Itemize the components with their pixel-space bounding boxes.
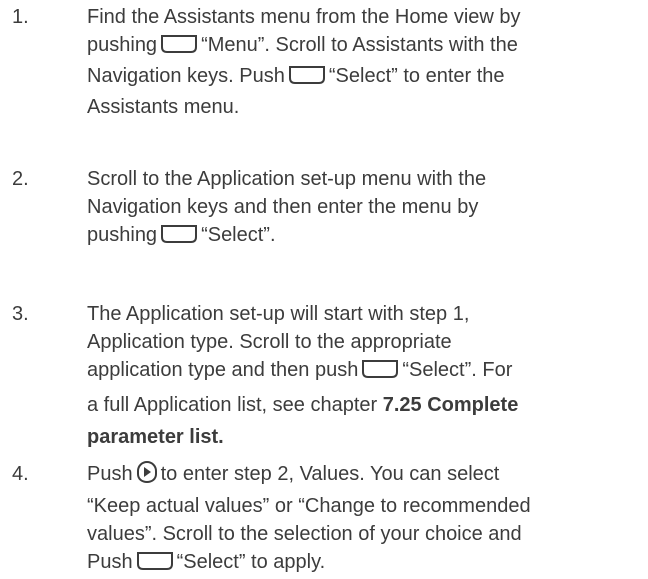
soft-key-icon: [160, 224, 198, 252]
text-line: The Application set-up will start with s…: [87, 303, 470, 325]
text-fragment: “Select” to enter the: [328, 65, 505, 87]
step-number: 3.: [12, 303, 29, 325]
text-line: Assistants menu.: [87, 96, 240, 118]
text-fragment: a full Application list, see chapter: [87, 394, 378, 416]
step-number: 1.: [12, 6, 29, 28]
text-line: pushing “Menu”. Scroll to Assistants with…: [87, 31, 645, 62]
text-fragment: pushing: [87, 224, 158, 246]
soft-key-icon: [361, 359, 399, 387]
text-line: values”. Scroll to the selection of your…: [87, 523, 522, 545]
text-fragment: Push: [87, 551, 133, 573]
soft-key-icon: [136, 551, 174, 579]
soft-key-icon: [288, 65, 326, 93]
text-line: Find the Assistants menu from the Home v…: [87, 6, 521, 28]
text-line: a full Application list, see chapter 7.2…: [87, 391, 645, 419]
step-number: 2.: [12, 168, 29, 190]
step-text: Find the Assistants menu from the Home v…: [87, 3, 645, 121]
step-number: 4.: [12, 463, 29, 485]
text-line: Push “Select” to apply.: [87, 548, 645, 579]
text-line: Navigation keys and then enter the menu …: [87, 196, 479, 218]
text-fragment: Navigation keys. Push: [87, 65, 285, 87]
text-line: pushing “Select”.: [87, 221, 645, 252]
text-fragment: pushing: [87, 34, 158, 56]
text-line: Application type. Scroll to the appropri…: [87, 331, 452, 353]
text-fragment: “Select” to apply.: [176, 551, 326, 573]
text-fragment: “Select”.: [201, 224, 276, 246]
text-line: Push to enter step 2, Values. You can sel…: [87, 460, 645, 492]
text-line: Navigation keys. Push “Select” to enter t…: [87, 62, 645, 93]
step-text: Scroll to the Application set-up menu wi…: [87, 165, 645, 252]
text-line: “Keep actual values” or “Change to recom…: [87, 495, 531, 517]
text-fragment: Push: [87, 463, 133, 485]
text-fragment: “Menu”. Scroll to Assistants with the: [201, 34, 518, 56]
text-fragment: “Select”. For: [402, 359, 513, 381]
step-text: Push to enter step 2, Values. You can sel…: [87, 460, 645, 579]
soft-key-icon: [160, 34, 198, 62]
text-fragment: application type and then push: [87, 359, 359, 381]
chapter-reference: parameter list.: [87, 426, 224, 448]
step-text: The Application set-up will start with s…: [87, 300, 645, 451]
text-fragment: to enter step 2, Values. You can select: [160, 463, 500, 485]
navigation-right-key-icon: [136, 460, 158, 492]
text-line: application type and then push “Select”. …: [87, 356, 645, 387]
text-line: Scroll to the Application set-up menu wi…: [87, 168, 487, 190]
chapter-reference: 7.25 Complete: [382, 394, 519, 416]
